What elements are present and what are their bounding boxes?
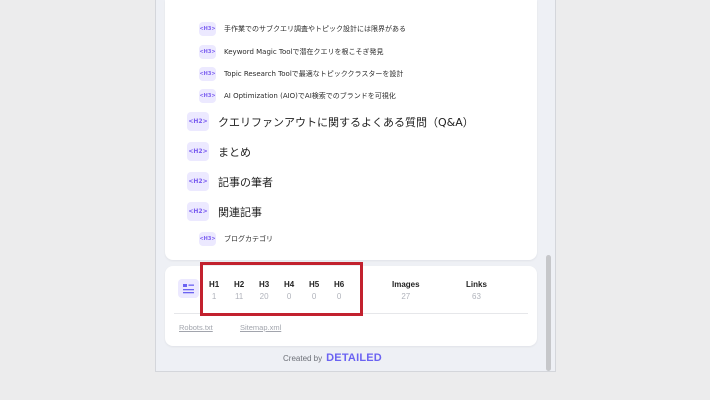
outline-item-text: Keyword Magic Toolで潜在クエリを根こそぎ発見 (224, 48, 384, 56)
scrollbar[interactable] (546, 255, 551, 371)
outline-item[interactable]: <H2> 関連記事 (187, 202, 262, 221)
outline-item-text: 関連記事 (218, 205, 262, 219)
outline-item[interactable]: <H2> まとめ (187, 142, 251, 161)
heading-list-icon[interactable] (178, 279, 199, 298)
outline-item[interactable]: <H3> 手作業でのサブクエリ調査やトピック設計には限界がある (199, 22, 406, 36)
outline-item[interactable]: <H3> AI Optimization (AIO)でAI検索でのブランドを可視… (199, 89, 396, 103)
extension-panel: <H3> 手作業でのサブクエリ調査やトピック設計には限界がある <H3> Key… (155, 0, 556, 372)
heading-outline-card: <H3> 手作業でのサブクエリ調査やトピック設計には限界がある <H3> Key… (165, 0, 537, 260)
h3-badge: <H3> (199, 232, 216, 246)
h3-badge: <H3> (199, 22, 216, 36)
outline-item-text: まとめ (218, 145, 251, 159)
h3-badge: <H3> (199, 67, 216, 81)
stat-label: Links (466, 280, 487, 289)
stat-links: Links 63 (466, 280, 487, 301)
outline-item-text: 手作業でのサブクエリ調査やトピック設計には限界がある (224, 25, 406, 33)
outline-item-text: クエリファンアウトに関するよくある質問（Q&A） (218, 115, 474, 129)
h3-badge: <H3> (199, 89, 216, 103)
h2-badge: <H2> (187, 142, 209, 161)
outline-item-text: AI Optimization (AIO)でAI検索でのブランドを可視化 (224, 92, 396, 100)
h3-badge: <H3> (199, 45, 216, 59)
outline-item[interactable]: <H2> 記事の筆者 (187, 172, 273, 191)
credit: Created by DETAILED (283, 352, 382, 364)
stat-images: Images 27 (392, 280, 420, 301)
outline-item[interactable]: <H3> ブログカテゴリ (199, 232, 273, 246)
outline-item-text: Topic Research Toolで最適なトピッククラスターを設計 (224, 70, 404, 78)
outline-item[interactable]: <H2> クエリファンアウトに関するよくある質問（Q&A） (187, 112, 474, 131)
stat-label: Images (392, 280, 420, 289)
brand-logo[interactable]: DETAILED (326, 352, 382, 364)
h2-badge: <H2> (187, 112, 209, 131)
outline-item-text: 記事の筆者 (218, 175, 273, 189)
credit-prefix: Created by (283, 354, 323, 363)
stat-value: 27 (401, 292, 411, 301)
highlight-box (200, 262, 363, 316)
robots-txt-link[interactable]: Robots.txt (179, 323, 213, 332)
outline-item-text: ブログカテゴリ (224, 235, 273, 243)
stat-value: 63 (472, 292, 481, 301)
h2-badge: <H2> (187, 172, 209, 191)
outline-item[interactable]: <H3> Topic Research Toolで最適なトピッククラスターを設計 (199, 67, 403, 81)
sitemap-xml-link[interactable]: Sitemap.xml (240, 323, 281, 332)
h2-badge: <H2> (187, 202, 209, 221)
outline-item[interactable]: <H3> Keyword Magic Toolで潜在クエリを根こそぎ発見 (199, 45, 384, 59)
